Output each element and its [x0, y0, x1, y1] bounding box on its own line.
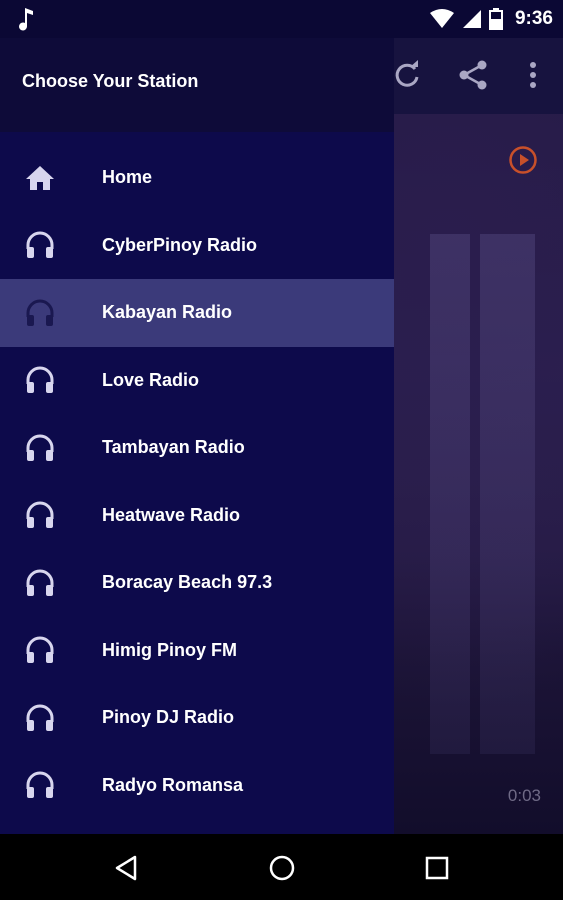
share-icon[interactable]	[456, 58, 490, 92]
music-note-icon	[19, 8, 33, 31]
cell-signal-icon	[462, 10, 481, 28]
more-vert-icon[interactable]	[516, 58, 550, 92]
menu-item-cyberpinoy-radio[interactable]: CyberPinoy Radio	[0, 212, 394, 280]
waterfall-stream	[430, 234, 470, 754]
menu-item-tambayan-radio[interactable]: Tambayan Radio	[0, 414, 394, 482]
home-circle-icon[interactable]	[268, 854, 296, 882]
recents-icon[interactable]	[423, 854, 451, 882]
menu-item-label: Tambayan Radio	[102, 437, 245, 458]
headphones-icon	[26, 569, 54, 596]
menu-item-label: Pinoy DJ Radio	[102, 707, 235, 728]
headphones-icon	[26, 231, 54, 259]
home-icon	[26, 165, 54, 190]
menu-item-label: Heatwave Radio	[102, 504, 241, 525]
menu-item-home[interactable]: Home	[0, 144, 394, 212]
headphones-icon	[26, 771, 54, 799]
menu-item-love-radio[interactable]: Love Radio	[0, 347, 394, 415]
headphones-icon	[26, 501, 54, 529]
menu-item-heatwave-radio[interactable]: Heatwave Radio	[0, 482, 394, 550]
headphones-icon	[26, 299, 54, 326]
menu-item-label: CyberPinoy Radio	[102, 234, 258, 255]
status-time: 9:36	[514, 8, 553, 29]
status-bar: 9:36	[0, 0, 563, 38]
menu-item-himig-pinoy-fm[interactable]: Himig Pinoy FM	[0, 617, 394, 685]
menu-item-label: Home	[102, 167, 153, 188]
navigation-drawer: Choose Your Station Home CyberPinoy Radi…	[0, 38, 394, 834]
wifi-icon	[429, 9, 454, 28]
battery-icon	[488, 8, 503, 30]
system-nav-bar	[0, 834, 563, 900]
drawer-title: Choose Your Station	[22, 71, 199, 91]
headphones-icon	[26, 434, 54, 461]
menu-item-pinoy-dj-radio[interactable]: Pinoy DJ Radio	[0, 684, 394, 752]
menu-item-label: Radyo Romansa	[102, 774, 244, 795]
back-icon[interactable]	[113, 854, 141, 882]
menu-item-label: Himig Pinoy FM	[102, 639, 237, 660]
menu-item-label: Kabayan Radio	[102, 302, 233, 323]
menu-item-label: Boracay Beach 97.3	[102, 572, 273, 593]
station-list: Home CyberPinoy Radio Kabayan Radio Love…	[0, 132, 394, 819]
headphones-icon	[26, 366, 54, 394]
menu-item-kabayan-radio[interactable]: Kabayan Radio	[0, 279, 394, 347]
headphones-icon	[26, 704, 54, 731]
waterfall-stream	[480, 234, 535, 754]
headphones-icon	[26, 636, 54, 664]
refresh-icon[interactable]	[390, 58, 424, 92]
menu-item-radyo-romansa[interactable]: Radyo Romansa	[0, 752, 394, 820]
play-circle-icon[interactable]	[508, 145, 538, 175]
menu-item-label: Love Radio	[102, 369, 200, 390]
elapsed-time: 0:03	[507, 786, 541, 805]
menu-item-boracay-beach[interactable]: Boracay Beach 97.3	[0, 549, 394, 617]
drawer-header: Choose Your Station	[0, 38, 394, 132]
